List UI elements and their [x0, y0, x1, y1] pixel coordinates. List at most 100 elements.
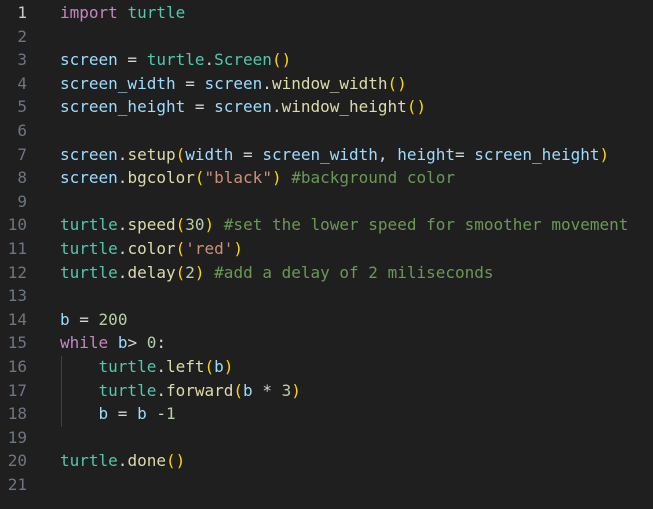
code-token: turtle: [127, 3, 186, 22]
code-line[interactable]: 5 screen_height = screen.window_height(): [0, 95, 653, 119]
code-line[interactable]: 16 turtle.left(b): [0, 355, 653, 379]
code-line[interactable]: 15 while b> 0:: [0, 331, 653, 355]
code-editor[interactable]: 1 import turtle 2 3 screen = turtle.Screen()…: [0, 0, 653, 509]
line-number: 21: [7, 475, 27, 494]
line-number: 13: [7, 286, 27, 306]
code-token: turtle: [98, 357, 157, 376]
code-token: 1: [165, 404, 176, 424]
code-token: =: [108, 404, 138, 424]
code-text: turtle.left(b): [60, 355, 234, 379]
code-token: ): [204, 215, 215, 235]
code-token: screen: [60, 168, 118, 188]
code-token: 'red': [185, 239, 234, 258]
code-token: import: [60, 3, 118, 22]
code-line[interactable]: 10 turtle.speed(30) #set the lower speed …: [0, 213, 653, 237]
code-token: ): [233, 239, 244, 258]
code-line[interactable]: 9: [0, 190, 653, 214]
code-token: delay: [127, 262, 176, 282]
code-token: screen: [214, 97, 272, 117]
code-text: turtle.speed(30) #set the lower speed fo…: [60, 213, 628, 237]
code-token: screen: [60, 144, 118, 164]
code-token: turtle: [98, 380, 157, 400]
code-token: .: [156, 380, 166, 400]
code-token: (): [406, 97, 427, 117]
code-token: screen_height: [60, 97, 186, 117]
code-line[interactable]: 12 turtle.delay(2) #add a delay of 2 mili…: [0, 261, 653, 285]
code-token: .: [262, 73, 272, 93]
code-token: window_height: [281, 97, 407, 117]
line-number: 1: [17, 3, 27, 22]
code-token: 0: [146, 333, 157, 353]
line-number: 3: [17, 50, 27, 70]
code-token: #set the lower speed for smoother moveme…: [223, 215, 629, 235]
code-token: 3: [281, 380, 292, 400]
code-line[interactable]: 14 b = 200: [0, 308, 653, 332]
code-token: (: [204, 357, 215, 376]
code-text: b = b -1: [60, 402, 176, 426]
code-token: turtle: [60, 262, 118, 282]
code-token: Screen: [214, 50, 272, 70]
code-token: .: [117, 451, 128, 471]
code-token: screen_width: [262, 144, 378, 164]
code-token: speed: [127, 215, 176, 235]
line-number: 15: [7, 333, 27, 353]
code-line[interactable]: 18 b = b -1: [0, 402, 653, 426]
code-line[interactable]: 20 turtle.done(): [0, 449, 653, 473]
line-number: 16: [7, 357, 27, 376]
line-number: 5: [17, 97, 27, 117]
code-line[interactable]: 17 turtle.forward(b * 3): [0, 379, 653, 403]
code-token: screen: [204, 73, 263, 93]
code-text: b = 200: [60, 308, 127, 332]
code-text: turtle.forward(b * 3): [60, 379, 301, 403]
code-line[interactable]: 2: [0, 25, 653, 49]
code-token: .: [204, 50, 215, 70]
code-token: "black": [204, 168, 272, 188]
code-token: .: [117, 215, 128, 235]
line-number: 14: [7, 309, 27, 329]
line-number: 18: [7, 404, 27, 424]
code-token: height: [397, 144, 455, 164]
code-line[interactable]: 11 turtle.color('red'): [0, 237, 653, 261]
code-line[interactable]: 1 import turtle: [0, 1, 653, 25]
code-line[interactable]: 7 screen.setup(width = screen_width, heig…: [0, 143, 653, 167]
code-token: (): [165, 451, 186, 471]
line-number: 4: [17, 73, 27, 93]
code-token: screen: [60, 50, 118, 70]
code-token: -: [146, 404, 166, 424]
code-text: screen = turtle.Screen(): [60, 48, 291, 72]
code-token: turtle: [60, 451, 118, 471]
code-token: >: [127, 333, 147, 353]
code-line[interactable]: 6: [0, 119, 653, 143]
code-text: screen_width = screen.window_width(): [60, 72, 407, 96]
code-token: *: [252, 380, 282, 400]
code-token: ): [599, 144, 610, 164]
code-text: turtle.color('red'): [60, 237, 243, 261]
line-number: 20: [7, 451, 27, 471]
code-token: ): [291, 380, 301, 400]
code-text: import turtle: [60, 1, 185, 25]
code-line[interactable]: 13: [0, 284, 653, 308]
line-number: 17: [7, 380, 27, 400]
code-text: screen_height = screen.window_height(): [60, 95, 426, 119]
code-text: while b> 0:: [60, 331, 166, 355]
line-number: 8: [17, 168, 27, 188]
code-token: ): [223, 357, 234, 376]
code-line[interactable]: 19: [0, 426, 653, 450]
code-token: #add a delay of 2 miliseconds: [214, 262, 494, 282]
code-token: while: [60, 333, 109, 353]
code-token: done: [127, 451, 166, 471]
code-line[interactable]: 4 screen_width = screen.window_width(): [0, 72, 653, 96]
line-number: 12: [7, 262, 27, 282]
code-line[interactable]: 3 screen = turtle.Screen(): [0, 48, 653, 72]
code-token: (): [387, 73, 407, 93]
code-line[interactable]: 8 screen.bgcolor("black") #background col…: [0, 166, 653, 190]
line-number: 10: [7, 215, 27, 235]
code-line[interactable]: 21: [0, 473, 653, 497]
code-token: width: [185, 144, 234, 164]
code-token: b: [137, 404, 147, 424]
line-number: 6: [17, 121, 27, 140]
code-token: (): [271, 50, 292, 70]
